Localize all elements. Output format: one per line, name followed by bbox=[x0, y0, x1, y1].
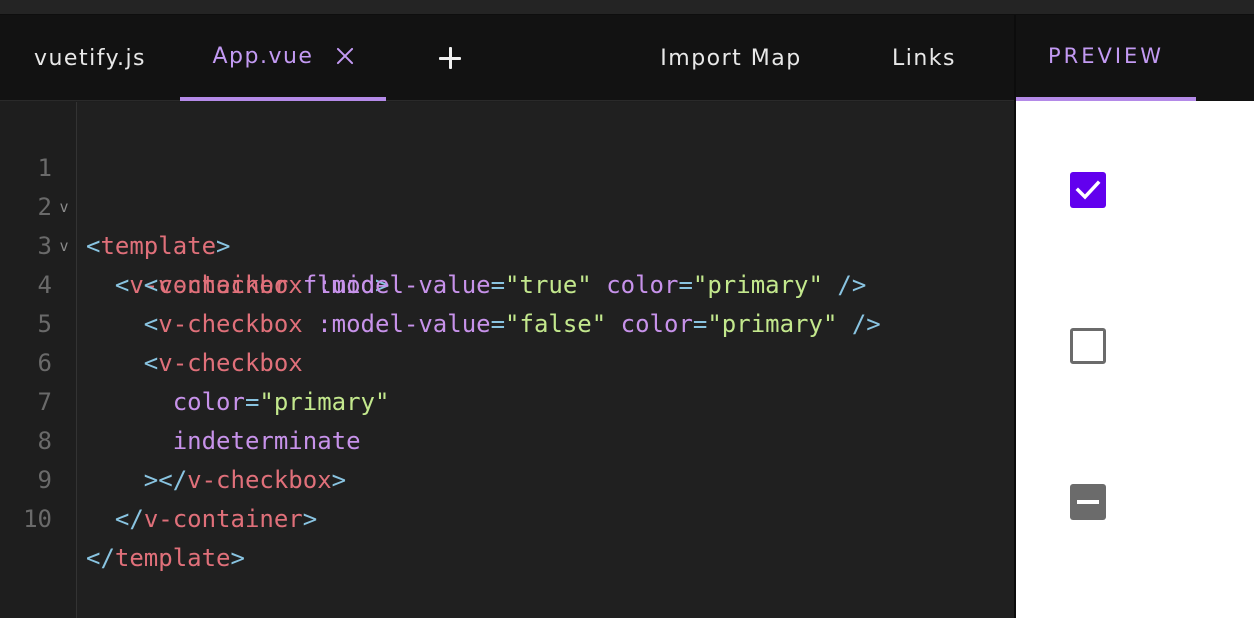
file-tab-bar: vuetify.js App.vue Import Map Links bbox=[0, 15, 1014, 101]
checkbox-checked[interactable] bbox=[1070, 172, 1106, 208]
code-editor[interactable]: 1 v <template> 2 v <v-container fluid> 3… bbox=[0, 102, 1014, 618]
tab-vuetify-js[interactable]: vuetify.js bbox=[0, 15, 180, 101]
plus-icon bbox=[439, 47, 461, 69]
code-line: 6 color="primary" bbox=[0, 305, 1014, 416]
code-line: 3 <v-checkbox :model-value="true" color=… bbox=[0, 188, 1014, 299]
code-line: 7 indeterminate bbox=[0, 344, 1014, 455]
tab-links[interactable]: Links bbox=[872, 15, 976, 101]
tab-label: App.vue bbox=[212, 43, 314, 69]
tab-label: PREVIEW bbox=[1047, 44, 1165, 68]
line-number: 10 bbox=[23, 505, 52, 533]
code-text: </template> bbox=[86, 544, 245, 572]
close-icon[interactable] bbox=[335, 47, 353, 65]
tab-label: vuetify.js bbox=[33, 45, 147, 71]
code-line: 2 v <v-container fluid> bbox=[0, 149, 1014, 299]
code-line: 8 ></v-checkbox> bbox=[0, 383, 1014, 494]
code-text: </v-container> bbox=[114, 505, 318, 533]
checkbox-unchecked[interactable] bbox=[1070, 328, 1106, 364]
tab-label: Links bbox=[891, 45, 956, 71]
code-line: 10 </template> bbox=[0, 461, 1014, 572]
window-top-bar bbox=[0, 0, 1254, 15]
checkmark-icon bbox=[1075, 180, 1101, 200]
tab-preview[interactable]: PREVIEW bbox=[1016, 15, 1196, 101]
minus-icon bbox=[1077, 500, 1099, 504]
checkbox-indeterminate[interactable] bbox=[1070, 484, 1106, 520]
preview-pane: PREVIEW bbox=[1014, 15, 1254, 618]
code-line: 9 </v-container> bbox=[0, 422, 1014, 533]
tab-app-vue[interactable]: App.vue bbox=[180, 15, 386, 101]
editor-pane: vuetify.js App.vue Import Map Links 1 v … bbox=[0, 15, 1014, 618]
code-line: 1 v <template> bbox=[0, 110, 1014, 260]
tab-import-map[interactable]: Import Map bbox=[640, 15, 822, 101]
code-line: 5 <v-checkbox bbox=[0, 266, 1014, 377]
add-file-button[interactable] bbox=[410, 15, 490, 101]
preview-tab-bar: PREVIEW bbox=[1016, 15, 1254, 101]
tab-label: Import Map bbox=[660, 45, 802, 71]
code-line: 4 <v-checkbox :model-value="false" color… bbox=[0, 227, 1014, 338]
